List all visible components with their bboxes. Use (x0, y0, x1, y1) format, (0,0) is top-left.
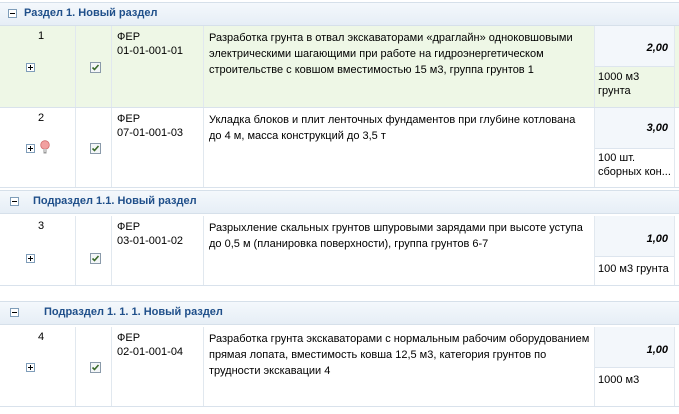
quantity-value[interactable]: 3,00 (647, 122, 668, 134)
checkbox-cell (76, 327, 112, 406)
row-checkbox[interactable] (90, 253, 101, 264)
description-cell: Разработка грунта в отвал экскаваторами … (204, 26, 595, 107)
code-cell: ФЕР 02-01-001-04 (112, 327, 204, 406)
section-title: Подраздел 1.1. Новый раздел (33, 195, 197, 207)
code-cell: ФЕР 07-01-001-03 (112, 108, 204, 187)
row-number: 2 (38, 112, 45, 124)
table-row[interactable]: 1 ФЕР 01-01-001-01 Разработка грунта в о… (0, 26, 679, 108)
table-row[interactable]: 4 ФЕР 02-01-001-04 Разработка грунта экс… (0, 327, 679, 407)
work-description: Разрыхление скальных грунтов шпуровыми з… (209, 222, 583, 250)
section-title: Подраздел 1. 1. 1. Новый раздел (44, 306, 223, 318)
description-cell: Разрыхление скальных грунтов шпуровыми з… (204, 216, 595, 285)
checkmark-icon (91, 364, 100, 371)
work-description: Укладка блоков и плит ленточных фундамен… (209, 114, 576, 142)
quantity-cell: 3,00 100 шт. сборных кон... (595, 108, 675, 187)
table-row[interactable]: 3 ФЕР 03-01-001-02 Разрыхление скальных … (0, 216, 679, 286)
rate-code: ФЕР 03-01-001-02 (117, 221, 184, 247)
quantity-cell: 1,00 1000 м3 (595, 327, 675, 406)
lightbulb-icon (40, 140, 50, 154)
row-checkbox[interactable] (90, 362, 101, 373)
quantity-value[interactable]: 1,00 (647, 233, 668, 245)
section-title: Раздел 1. Новый раздел (24, 7, 158, 19)
quantity-cell: 2,00 1000 м3 грунта (595, 26, 675, 107)
collapse-icon[interactable] (10, 197, 19, 206)
row-number-cell: 1 (0, 26, 76, 107)
row-checkbox[interactable] (90, 62, 101, 73)
row-number: 4 (38, 331, 45, 343)
subsection-header[interactable]: Подраздел 1. 1. 1. Новый раздел (0, 301, 679, 325)
work-description: Разработка грунта экскаваторами с нормал… (209, 333, 590, 377)
section-header[interactable]: Раздел 1. Новый раздел (0, 2, 679, 26)
checkbox-cell (76, 108, 112, 187)
expand-icon[interactable] (26, 363, 35, 372)
checkmark-icon (91, 64, 100, 71)
unit-label: 100 м3 грунта (598, 263, 669, 275)
unit-label: 1000 м3 грунта (598, 71, 640, 97)
description-cell: Разработка грунта экскаваторами с нормал… (204, 327, 595, 406)
row-number-cell: 4 (0, 327, 76, 406)
work-description: Разработка грунта в отвал экскаваторами … (209, 32, 573, 76)
quantity-cell: 1,00 100 м3 грунта (595, 216, 675, 285)
row-number-cell: 2 (0, 108, 76, 187)
checkmark-icon (91, 255, 100, 262)
expand-icon[interactable] (26, 254, 35, 263)
expand-icon[interactable] (26, 144, 35, 153)
row-number: 3 (38, 220, 45, 232)
checkbox-cell (76, 26, 112, 107)
collapse-icon[interactable] (8, 9, 17, 18)
rate-code: ФЕР 07-01-001-03 (117, 113, 184, 139)
table-row[interactable]: 2 ФЕР 07-01-001-03 Укладка блоков и плит… (0, 108, 679, 188)
row-number-cell: 3 (0, 216, 76, 285)
checkbox-cell (76, 216, 112, 285)
row-checkbox[interactable] (90, 143, 101, 154)
unit-label: 100 шт. сборных кон... (598, 152, 671, 178)
expand-icon[interactable] (26, 63, 35, 72)
code-cell: ФЕР 01-01-001-01 (112, 26, 204, 107)
unit-label: 1000 м3 (598, 374, 640, 386)
row-number: 1 (38, 30, 45, 42)
collapse-icon[interactable] (10, 308, 19, 317)
quantity-value[interactable]: 2,00 (647, 42, 668, 54)
rate-code: ФЕР 01-01-001-01 (117, 31, 184, 57)
checkmark-icon (91, 145, 100, 152)
rate-code: ФЕР 02-01-001-04 (117, 332, 184, 358)
code-cell: ФЕР 03-01-001-02 (112, 216, 204, 285)
quantity-value[interactable]: 1,00 (647, 344, 668, 356)
subsection-header[interactable]: Подраздел 1.1. Новый раздел (0, 190, 679, 214)
description-cell: Укладка блоков и плит ленточных фундамен… (204, 108, 595, 187)
